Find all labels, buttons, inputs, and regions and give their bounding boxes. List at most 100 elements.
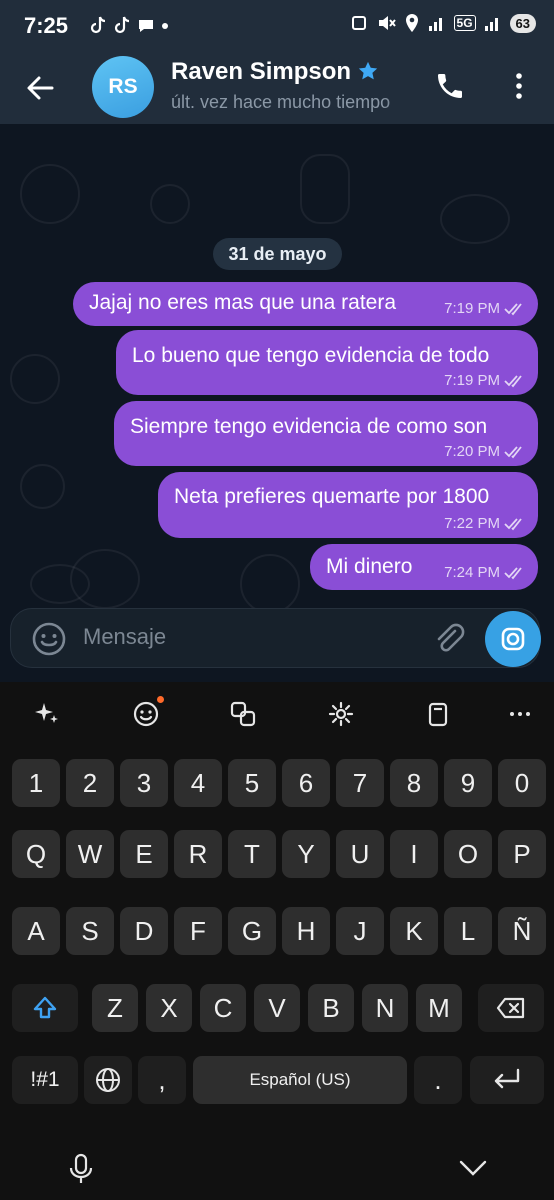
contact-status: últ. vez hace mucho tiempo (171, 92, 391, 112)
more-toolbar-button[interactable] (497, 691, 543, 737)
key-u[interactable]: U (336, 830, 384, 878)
backspace-key[interactable] (478, 984, 544, 1032)
keyboard-settings-button[interactable] (318, 691, 364, 737)
key-5[interactable]: 5 (228, 759, 276, 807)
message-time: 7:19 PM (444, 300, 500, 317)
wallpaper-doodle (20, 164, 80, 224)
chat-header: RS Raven Simpson últ. vez hace mucho tie… (0, 52, 554, 124)
key-a[interactable]: A (12, 907, 60, 955)
period-key[interactable]: . (414, 1056, 462, 1104)
message-time: 7:19 PM (444, 372, 500, 389)
ai-tools-button[interactable] (24, 691, 70, 737)
comma-key[interactable]: , (138, 1056, 186, 1104)
key-s[interactable]: S (66, 907, 114, 955)
chevron-down-icon (459, 1160, 487, 1176)
key-0[interactable]: 0 (498, 759, 546, 807)
globe-icon (96, 1068, 120, 1092)
translate-icon (230, 701, 256, 727)
outgoing-message[interactable]: Neta prefieres quemarte por 1800 7:22 PM (158, 472, 538, 538)
alarm-icon (351, 16, 366, 30)
voice-input-button[interactable] (66, 1152, 96, 1191)
back-button[interactable] (22, 70, 58, 106)
camera-button[interactable] (485, 611, 541, 667)
clipboard-button[interactable] (415, 691, 461, 737)
chat-area[interactable]: 31 de mayo Jajaj no eres mas que una rat… (0, 124, 554, 682)
key-4[interactable]: 4 (174, 759, 222, 807)
attach-button[interactable] (431, 621, 467, 662)
emoji-button[interactable] (31, 621, 67, 662)
enter-key[interactable] (470, 1056, 544, 1104)
key-w[interactable]: W (66, 830, 114, 878)
key-7[interactable]: 7 (336, 759, 384, 807)
message-text: Jajaj no eres mas que una ratera (89, 291, 397, 314)
key-3[interactable]: 3 (120, 759, 168, 807)
more-options-button[interactable] (506, 70, 532, 107)
key-y[interactable]: Y (282, 830, 330, 878)
key-o[interactable]: O (444, 830, 492, 878)
wallpaper-doodle (10, 354, 60, 404)
message-composer: Mensaje (10, 608, 541, 668)
key-g[interactable]: G (228, 907, 276, 955)
shift-key[interactable] (12, 984, 78, 1032)
key-i[interactable]: I (390, 830, 438, 878)
kebab-menu-icon (516, 73, 522, 99)
paperclip-icon (437, 623, 465, 652)
double-check-icon (504, 374, 522, 387)
microphone-icon (69, 1153, 93, 1183)
language-key[interactable] (84, 1056, 132, 1104)
system-icons: 5G 63 (350, 13, 536, 33)
avatar[interactable]: RS (92, 56, 154, 118)
wallpaper-doodle (150, 184, 190, 224)
outgoing-message[interactable]: Mi dinero 7:24 PM (310, 544, 538, 590)
key-x[interactable]: X (146, 984, 192, 1032)
call-button[interactable] (434, 70, 466, 107)
key-v[interactable]: V (254, 984, 300, 1032)
key-r[interactable]: R (174, 830, 222, 878)
key-m[interactable]: M (416, 984, 462, 1032)
key-6[interactable]: 6 (282, 759, 330, 807)
key-t[interactable]: T (228, 830, 276, 878)
wallpaper-doodle (70, 549, 140, 609)
emoji-keyboard-button[interactable] (123, 691, 169, 737)
key-n[interactable]: N (362, 984, 408, 1032)
key-c[interactable]: C (200, 984, 246, 1032)
arrow-left-icon (27, 76, 54, 100)
key-d[interactable]: D (120, 907, 168, 955)
notification-icons (88, 15, 170, 37)
key-j[interactable]: J (336, 907, 384, 955)
premium-star-icon (358, 61, 378, 80)
date-separator: 31 de mayo (213, 238, 342, 270)
key-h[interactable]: H (282, 907, 330, 955)
key-f[interactable]: F (174, 907, 222, 955)
smiley-icon (32, 622, 66, 656)
outgoing-message[interactable]: Siempre tengo evidencia de como son 7:20… (114, 401, 538, 466)
key-z[interactable]: Z (92, 984, 138, 1032)
key-9[interactable]: 9 (444, 759, 492, 807)
key-l[interactable]: L (444, 907, 492, 955)
outgoing-message[interactable]: Jajaj no eres mas que una ratera 7:19 PM (73, 282, 538, 326)
outgoing-message[interactable]: Lo bueno que tengo evidencia de todo 7:1… (116, 330, 538, 395)
key-8[interactable]: 8 (390, 759, 438, 807)
hide-keyboard-button[interactable] (456, 1156, 490, 1185)
key-2[interactable]: 2 (66, 759, 114, 807)
chat-bubble-icon (139, 20, 153, 32)
key-k[interactable]: K (390, 907, 438, 955)
camera-icon (501, 627, 525, 651)
tiktok-icon (114, 16, 130, 34)
message-meta: 7:24 PM (444, 564, 526, 581)
symbols-key[interactable]: !#1 (12, 1056, 78, 1104)
message-time: 7:20 PM (444, 443, 500, 460)
message-meta: 7:19 PM (444, 372, 526, 389)
key-1[interactable]: 1 (12, 759, 60, 807)
space-key[interactable]: Español (US) (193, 1056, 407, 1104)
key-n-tilde[interactable]: Ñ (498, 907, 546, 955)
key-p[interactable]: P (498, 830, 546, 878)
key-e[interactable]: E (120, 830, 168, 878)
message-meta: 7:22 PM (444, 515, 526, 532)
status-bar: 7:25 5G 63 (0, 0, 554, 52)
translate-button[interactable] (220, 691, 266, 737)
key-q[interactable]: Q (12, 830, 60, 878)
key-b[interactable]: B (308, 984, 354, 1032)
contact-name[interactable]: Raven Simpson (171, 58, 351, 86)
message-input[interactable]: Mensaje (83, 624, 166, 650)
